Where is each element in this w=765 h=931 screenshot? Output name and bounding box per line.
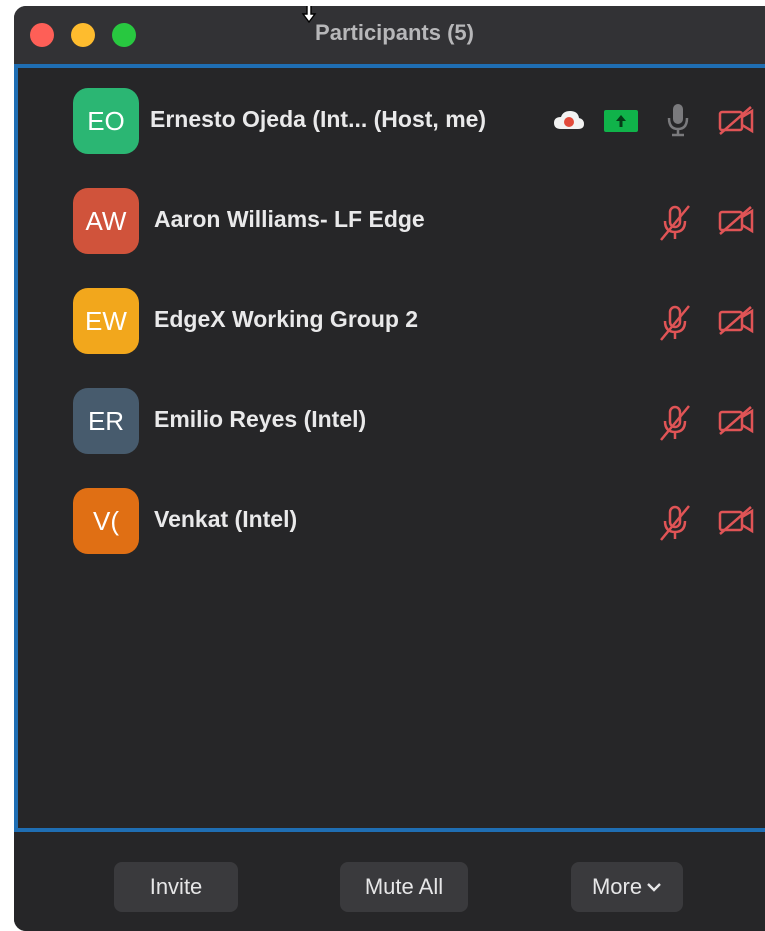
- avatar: AW: [73, 188, 139, 254]
- microphone-muted-icon[interactable]: [658, 204, 692, 242]
- cloud-recording-icon: [554, 111, 584, 129]
- chevron-down-icon: [647, 883, 661, 892]
- invite-button[interactable]: Invite: [114, 862, 238, 912]
- video-off-icon[interactable]: [717, 204, 755, 236]
- resize-cursor-icon: [301, 6, 317, 24]
- participant-name: Ernesto Ojeda (Int... (Host, me): [150, 106, 487, 132]
- title-bar: Participants (5): [14, 6, 765, 64]
- participant-name: Venkat (Intel): [154, 506, 298, 532]
- video-off-icon[interactable]: [717, 304, 755, 336]
- video-off-icon[interactable]: [717, 404, 755, 436]
- participant-row[interactable]: EO Ernesto Ojeda (Int... (Host, me): [18, 88, 765, 154]
- avatar: V(: [73, 488, 139, 554]
- mute-all-button[interactable]: Mute All: [340, 862, 468, 912]
- participant-row[interactable]: EW EdgeX Working Group 2: [18, 288, 765, 354]
- participant-name: EdgeX Working Group 2: [154, 306, 419, 332]
- screen-share-icon: [604, 110, 638, 132]
- microphone-muted-icon[interactable]: [658, 404, 692, 442]
- more-button[interactable]: More: [571, 862, 683, 912]
- mute-all-button-label: Mute All: [364, 874, 444, 899]
- participant-name: Aaron Williams- LF Edge: [154, 206, 425, 232]
- participant-list[interactable]: EO Ernesto Ojeda (Int... (Host, me) AW A…: [14, 64, 765, 832]
- participant-row[interactable]: AW Aaron Williams- LF Edge: [18, 188, 765, 254]
- window-title: Participants (5): [315, 20, 474, 45]
- invite-button-label: Invite: [149, 874, 203, 899]
- participants-window: Participants (5) EO Ernesto Ojeda (Int..…: [14, 6, 765, 931]
- microphone-muted-icon[interactable]: [658, 304, 692, 342]
- microphone-icon[interactable]: [666, 102, 690, 138]
- participant-row[interactable]: V( Venkat (Intel): [18, 488, 765, 554]
- avatar: EO: [73, 88, 139, 154]
- video-off-icon[interactable]: [717, 504, 755, 536]
- participant-name: Emilio Reyes (Intel): [154, 406, 367, 432]
- video-off-icon[interactable]: [717, 104, 755, 136]
- avatar: EW: [73, 288, 139, 354]
- avatar: ER: [73, 388, 139, 454]
- participants-footer: Invite Mute All More: [14, 832, 765, 931]
- more-button-label: More: [591, 874, 643, 899]
- participant-row[interactable]: ER Emilio Reyes (Intel): [18, 388, 765, 454]
- microphone-muted-icon[interactable]: [658, 504, 692, 542]
